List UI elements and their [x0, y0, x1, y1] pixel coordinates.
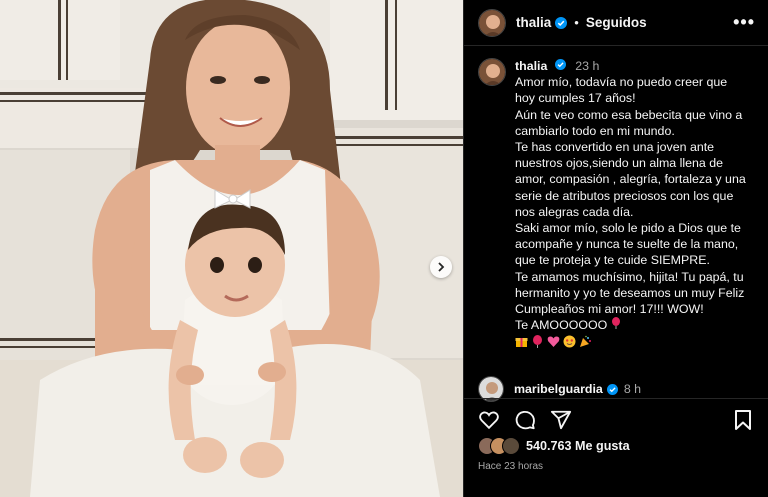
- verified-badge-icon: [555, 16, 568, 29]
- instagram-post-view: thalia • Seguidos ••• thalia 23 h Amor m…: [0, 0, 768, 497]
- likes-count[interactable]: 540.763 Me gusta: [526, 439, 630, 453]
- separator-dot: •: [574, 15, 579, 30]
- caption-line: hermanito y yo te deseamos un muy Feliz: [515, 285, 745, 300]
- post-header: thalia • Seguidos •••: [464, 0, 768, 46]
- caption-line: Aún te veo como esa bebecita que vino a: [515, 107, 743, 122]
- chevron-right-icon: [438, 262, 445, 272]
- gift-emoji: [515, 338, 528, 348]
- caption-line: Te amamos muchísimo, hijita! Tu papá, tu: [515, 269, 744, 284]
- balloon-emoji: [611, 317, 620, 330]
- sparkling-heart-emoji: [547, 336, 560, 348]
- caption-author-avatar[interactable]: [478, 58, 506, 86]
- caption-line: Te AMOOOOOO: [515, 318, 608, 333]
- smiling-hearts-emoji: [563, 335, 576, 348]
- party-popper-emoji: [580, 336, 591, 348]
- following-button[interactable]: Seguidos: [586, 15, 647, 30]
- post-side-panel: thalia • Seguidos ••• thalia 23 h Amor m…: [463, 0, 768, 497]
- caption-line: Saki amor mío, solo le pido a Dios que t…: [515, 221, 741, 236]
- author-avatar[interactable]: [478, 8, 506, 37]
- post-actions: 540.763 Me gusta Hace 23 horas: [464, 398, 768, 497]
- caption-line: Amor mío, todavía no puedo creer que: [515, 75, 728, 90]
- caption-time[interactable]: 23 h: [575, 59, 599, 73]
- author-username[interactable]: thalia: [516, 15, 551, 30]
- comment-time[interactable]: 8 h: [624, 382, 641, 396]
- like-heart-icon[interactable]: [478, 409, 500, 431]
- caption-line: amor, compasión , alegría, fortaleza y u…: [515, 172, 746, 187]
- likes-summary[interactable]: 540.763 Me gusta: [478, 437, 630, 455]
- balloon-emoji: [533, 335, 542, 349]
- caption-line: hoy cumples 17 años!: [515, 91, 636, 106]
- caption-line: cambiarlo todo en mi mundo.: [515, 123, 675, 138]
- emoji-row: [515, 335, 762, 349]
- caption-line: Cumpleaños mi amor! 17!!! WOW!: [515, 302, 704, 317]
- caption-line: nuestros ojos,siendo un alma llena de: [515, 156, 724, 171]
- post-photo[interactable]: [0, 0, 463, 497]
- avatar: [502, 437, 520, 455]
- more-horizontal-icon[interactable]: •••: [733, 12, 755, 33]
- caption-line: acompañe y nunca te suelte de la mano,: [515, 237, 739, 252]
- mother-and-baby-photo: [0, 0, 463, 497]
- caption-line: que te proteja y te cuide SIEMPRE.: [515, 253, 710, 268]
- verified-badge-icon: [606, 383, 618, 395]
- caption-body: thalia 23 h Amor mío, todavía no puedo c…: [515, 58, 762, 349]
- post-timestamp[interactable]: Hace 23 horas: [478, 461, 543, 472]
- verified-badge-icon: [554, 59, 566, 70]
- caption: thalia 23 h Amor mío, todavía no puedo c…: [478, 58, 762, 349]
- caption-line: nos alegras cada día.: [515, 204, 634, 219]
- comment-icon[interactable]: [514, 409, 536, 431]
- caption-line: serie de atributos preciosos con los que: [515, 188, 734, 203]
- next-photo-button[interactable]: [430, 256, 452, 278]
- caption-username[interactable]: thalia: [515, 59, 547, 73]
- commenter-username[interactable]: maribelguardia: [514, 382, 603, 396]
- bookmark-icon[interactable]: [733, 409, 753, 431]
- caption-line: Te has convertido en una joven ante: [515, 140, 715, 155]
- share-icon[interactable]: [550, 409, 572, 431]
- liker-avatars: [478, 437, 520, 455]
